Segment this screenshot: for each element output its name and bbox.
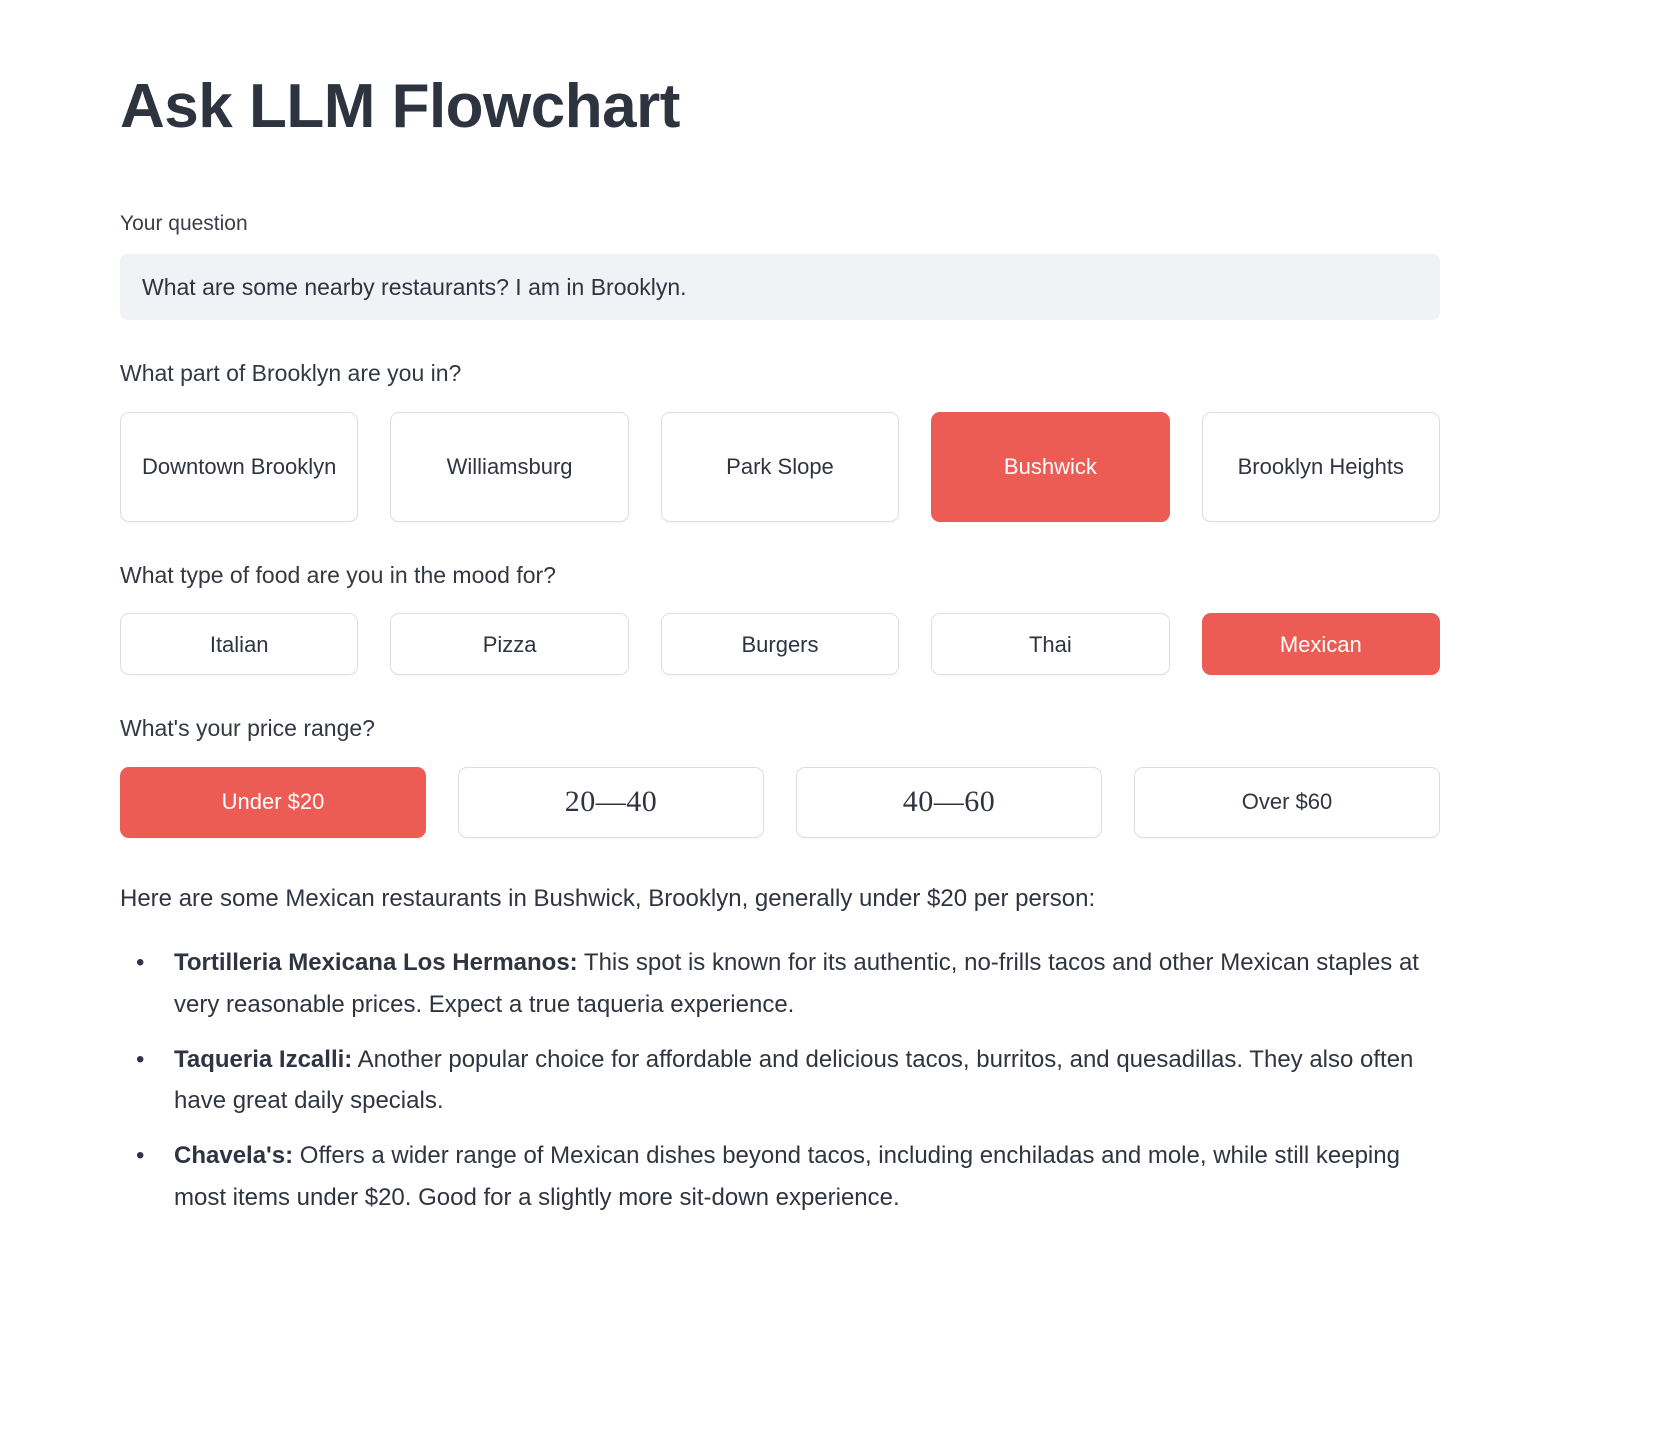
- option-label: Park Slope: [726, 454, 834, 480]
- restaurant-description: Offers a wider range of Mexican dishes b…: [174, 1142, 1400, 1211]
- option-label: 40—60: [902, 785, 996, 819]
- option-neighborhood-4[interactable]: Brooklyn Heights: [1201, 411, 1440, 522]
- group-label-price: What's your price range?: [120, 715, 375, 742]
- option-neighborhood-0[interactable]: Downtown Brooklyn: [120, 411, 359, 522]
- group-label-cuisine: What type of food are you in the mood fo…: [120, 561, 556, 588]
- option-neighborhood-2[interactable]: Park Slope: [660, 411, 900, 522]
- option-cuisine-1[interactable]: Pizza: [390, 613, 629, 676]
- restaurant-name: Chavela's:: [174, 1142, 294, 1170]
- option-label: Downtown Brooklyn: [141, 454, 337, 480]
- question-input[interactable]: What are some nearby restaurants? I am i…: [120, 254, 1440, 321]
- restaurant-name: Taqueria Izcalli:: [174, 1045, 353, 1073]
- group-label-neighborhood: What part of Brooklyn are you in?: [120, 360, 462, 387]
- option-price-3[interactable]: Over $60: [1134, 767, 1440, 838]
- app-page: Ask LLM Flowchart Your question What are…: [0, 0, 1678, 1272]
- question-group-cuisine: What type of food are you in the mood fo…: [120, 562, 1440, 676]
- options-row-neighborhood: Downtown Brooklyn Williamsburg Park Slope B…: [120, 411, 1440, 522]
- option-label: Williamsburg: [446, 454, 573, 480]
- restaurant-description: Another popular choice for affordable an…: [174, 1045, 1414, 1115]
- options-row-price: Under $20 20—40 40—60 Over $60: [120, 767, 1440, 838]
- question-field-block: Your question What are some nearby resta…: [120, 211, 1440, 321]
- option-price-1[interactable]: 20—40: [458, 767, 764, 838]
- question-groups: What part of Brooklyn are you in? Downtow…: [120, 360, 1440, 838]
- content-container: Ask LLM Flowchart Your question What are…: [120, 74, 1440, 1218]
- options-row-cuisine: Italian Pizza Burgers Thai Mexican: [120, 613, 1440, 676]
- option-neighborhood-1[interactable]: Williamsburg: [390, 411, 629, 522]
- option-label: Bushwick: [1003, 454, 1097, 480]
- answer-list-item: Taqueria Izcalli: Another popular choice…: [120, 1039, 1450, 1122]
- option-price-2[interactable]: 40—60: [796, 767, 1102, 838]
- option-label: Brooklyn Heights: [1237, 454, 1404, 480]
- option-cuisine-4[interactable]: Mexican: [1201, 613, 1440, 676]
- option-label: Italian: [209, 631, 269, 657]
- option-price-0[interactable]: Under $20: [120, 767, 426, 838]
- option-label: Burgers: [741, 631, 819, 657]
- option-label: Under $20: [221, 789, 325, 815]
- option-label: Mexican: [1279, 631, 1362, 657]
- option-label: Over $60: [1241, 789, 1333, 815]
- page-title: Ask LLM Flowchart: [120, 72, 680, 141]
- option-neighborhood-3[interactable]: Bushwick: [931, 411, 1170, 522]
- option-label: Pizza: [482, 631, 537, 657]
- answer-list: Tortilleria Mexicana Los Hermanos: This …: [120, 942, 1450, 1218]
- option-label: Thai: [1028, 631, 1072, 657]
- option-cuisine-3[interactable]: Thai: [931, 613, 1170, 676]
- answer-list-item: Chavela's: Offers a wider range of Mexic…: [120, 1135, 1450, 1218]
- restaurant-name: Tortilleria Mexicana Los Hermanos:: [174, 949, 578, 977]
- option-cuisine-0[interactable]: Italian: [120, 613, 359, 676]
- question-field-label: Your question: [120, 212, 248, 236]
- option-cuisine-2[interactable]: Burgers: [660, 613, 900, 676]
- answer-section: Here are some Mexican restaurants in Bus…: [120, 882, 1450, 1218]
- option-label: 20—40: [564, 785, 658, 819]
- answer-list-item: Tortilleria Mexicana Los Hermanos: This …: [120, 942, 1450, 1025]
- question-group-neighborhood: What part of Brooklyn are you in? Downtow…: [120, 360, 1440, 522]
- question-group-price: What's your price range? Under $20 20—40 40…: [120, 715, 1440, 838]
- answer-intro: Here are some Mexican restaurants in Bus…: [120, 884, 1096, 912]
